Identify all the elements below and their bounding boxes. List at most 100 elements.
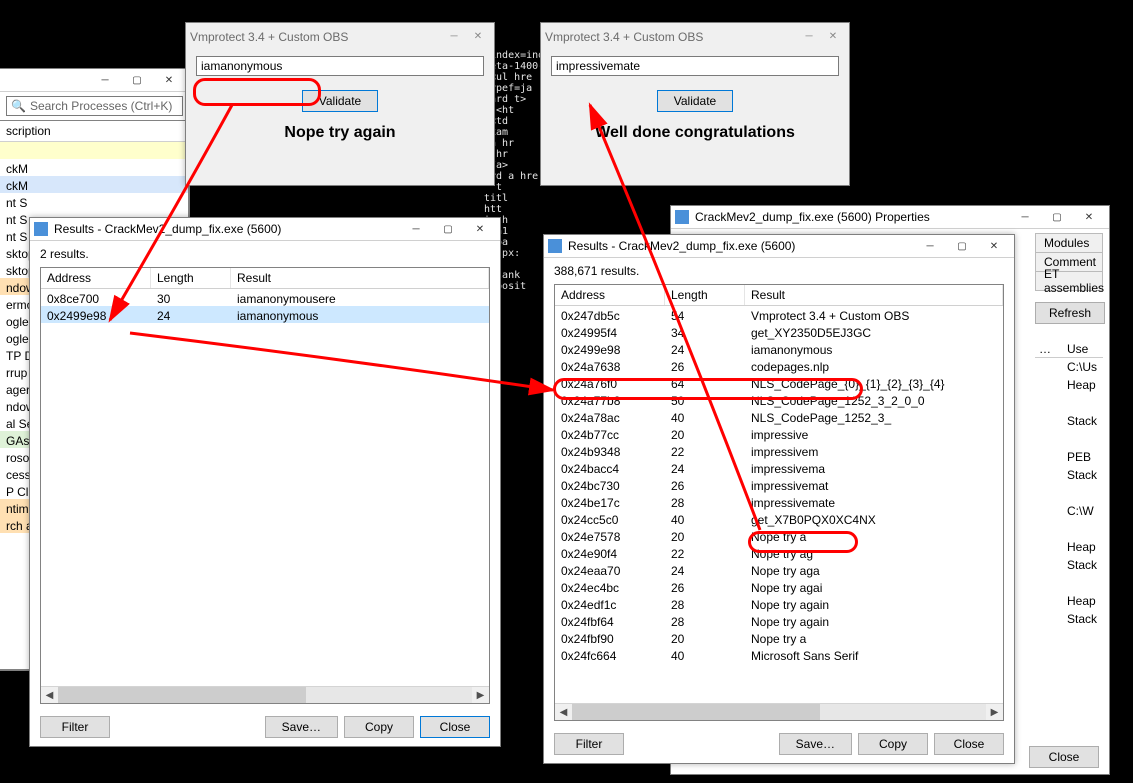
filter-button[interactable]: Filter (554, 733, 624, 755)
window-title: Vmprotect 3.4 + Custom OBS (545, 30, 797, 44)
table-row[interactable]: 0x24a76f064NLS_CodePage_{0}_{1}_{2}_{3}_… (555, 374, 1003, 391)
table-row[interactable]: 0x24fbf6428Nope try again (555, 612, 1003, 629)
close-button[interactable]: ✕ (978, 236, 1010, 257)
close-button[interactable]: ✕ (153, 70, 185, 91)
password-input[interactable]: iamanonymous (196, 56, 484, 76)
copy-button[interactable]: Copy (344, 716, 414, 738)
list-item[interactable] (1035, 520, 1103, 538)
list-item[interactable] (1035, 430, 1103, 448)
minimize-button[interactable]: ─ (1009, 207, 1041, 228)
results-count: 2 results. (40, 247, 490, 261)
close-button[interactable]: ✕ (466, 26, 490, 47)
table-row[interactable]: 0x24fbf9020Nope try a (555, 629, 1003, 646)
list-item[interactable] (0, 142, 188, 159)
horizontal-scrollbar[interactable]: ◀ ▶ (555, 703, 1003, 720)
save-button[interactable]: Save… (779, 733, 852, 755)
maximize-button[interactable]: ▢ (121, 70, 153, 91)
minimize-button[interactable]: ─ (89, 70, 121, 91)
list-item[interactable]: ckM (0, 176, 188, 193)
close-button[interactable]: ✕ (821, 26, 845, 47)
list-item[interactable]: Heap (1035, 376, 1103, 394)
window-title: CrackMev2_dump_fix.exe (5600) Properties (695, 210, 1009, 224)
app-icon (675, 210, 689, 224)
maximize-button[interactable]: ▢ (946, 236, 978, 257)
minimize-button[interactable]: ─ (797, 26, 821, 47)
close-button[interactable]: Close (934, 733, 1004, 755)
window-title: Results - CrackMev2_dump_fix.exe (5600) (54, 222, 400, 236)
table-row[interactable]: 0x2499e9824iamanonymous (555, 340, 1003, 357)
list-item[interactable] (1035, 484, 1103, 502)
horizontal-scrollbar[interactable]: ◀ ▶ (41, 686, 489, 703)
col-header-length[interactable]: Length (151, 268, 231, 288)
col-header-description[interactable]: scription (0, 121, 188, 141)
filter-button[interactable]: Filter (40, 716, 110, 738)
scroll-right-icon[interactable]: ▶ (472, 687, 489, 703)
maximize-button[interactable]: ▢ (432, 219, 464, 240)
col-header-address[interactable]: Address (555, 285, 665, 305)
save-button[interactable]: Save… (265, 716, 338, 738)
list-item[interactable]: Stack (1035, 466, 1103, 484)
list-item[interactable] (1035, 394, 1103, 412)
list-item[interactable]: nt S (0, 193, 188, 210)
table-row[interactable]: 0x24cc5c040get_X7B0PQX0XC4NX (555, 510, 1003, 527)
list-item[interactable]: PEB (1035, 448, 1103, 466)
table-row[interactable]: 0x24a78ac40NLS_CodePage_1252_3_ (555, 408, 1003, 425)
search-icon: 🔍 (11, 99, 26, 113)
table-row[interactable]: 0x24ec4bc26Nope try agai (555, 578, 1003, 595)
results-window-1: Results - CrackMev2_dump_fix.exe (5600) … (29, 217, 501, 747)
list-item[interactable]: Heap (1035, 538, 1103, 556)
table-row[interactable]: 0x2499e9824iamanonymous (41, 306, 489, 323)
table-row[interactable]: 0x24b934822impressivem (555, 442, 1003, 459)
table-row[interactable]: 0x24eaa7024Nope try aga (555, 561, 1003, 578)
maximize-button[interactable]: ▢ (1041, 207, 1073, 228)
list-item[interactable]: Stack (1035, 610, 1103, 628)
password-input[interactable]: impressivemate (551, 56, 839, 76)
col-header-result[interactable]: Result (231, 268, 489, 288)
table-row[interactable]: 0x24e90f422Nope try ag (555, 544, 1003, 561)
table-row[interactable]: 0x24be17c28impressivemate (555, 493, 1003, 510)
table-row[interactable]: 0x24a763826codepages.nlp (555, 357, 1003, 374)
list-item[interactable]: C:\Us (1035, 358, 1103, 376)
list-item[interactable]: Heap (1035, 592, 1103, 610)
close-button[interactable]: Close (1029, 746, 1099, 768)
minimize-button[interactable]: ─ (914, 236, 946, 257)
table-row[interactable]: 0x24995f434get_XY2350D5EJ3GC (555, 323, 1003, 340)
table-row[interactable]: 0x24b77cc20impressive (555, 425, 1003, 442)
col-header-address[interactable]: Address (41, 268, 151, 288)
scroll-right-icon[interactable]: ▶ (986, 704, 1003, 720)
results-table: Address Length Result 0x8ce70030iamanony… (40, 267, 490, 704)
list-item[interactable] (1035, 574, 1103, 592)
validate-button[interactable]: Validate (302, 90, 378, 112)
col-header-result[interactable]: Result (745, 285, 1003, 305)
close-button[interactable]: ✕ (1073, 207, 1105, 228)
results-count: 388,671 results. (554, 264, 1004, 278)
table-row[interactable]: 0x24bacc424impressivema (555, 459, 1003, 476)
minimize-button[interactable]: ─ (442, 26, 466, 47)
table-row[interactable]: 0x24bc73026impressivemat (555, 476, 1003, 493)
list-item[interactable]: Stack (1035, 412, 1103, 430)
table-row[interactable]: 0x8ce70030iamanonymousere (41, 289, 489, 306)
search-input[interactable]: 🔍 Search Processes (Ctrl+K) (6, 96, 183, 116)
tab-modules[interactable]: Modules (1035, 233, 1103, 253)
tab-net-assemblies[interactable]: ET assemblies (1035, 271, 1103, 291)
app-icon (34, 222, 48, 236)
refresh-button[interactable]: Refresh (1035, 302, 1105, 324)
results-window-2: Results - CrackMev2_dump_fix.exe (5600) … (543, 234, 1015, 764)
copy-button[interactable]: Copy (858, 733, 928, 755)
table-row[interactable]: 0x247db5c54Vmprotect 3.4 + Custom OBS (555, 306, 1003, 323)
table-row[interactable]: 0x24a77b850NLS_CodePage_1252_3_2_0_0 (555, 391, 1003, 408)
close-button[interactable]: Close (420, 716, 490, 738)
col-header-length[interactable]: Length (665, 285, 745, 305)
minimize-button[interactable]: ─ (400, 219, 432, 240)
list-item[interactable]: Stack (1035, 556, 1103, 574)
result-message: Nope try again (196, 124, 484, 142)
validate-button[interactable]: Validate (657, 90, 733, 112)
list-item[interactable]: C:\W (1035, 502, 1103, 520)
table-row[interactable]: 0x24fc66440Microsoft Sans Serif (555, 646, 1003, 663)
table-row[interactable]: 0x24edf1c28Nope try again (555, 595, 1003, 612)
table-row[interactable]: 0x24e757820Nope try a (555, 527, 1003, 544)
scroll-left-icon[interactable]: ◀ (41, 687, 58, 703)
close-button[interactable]: ✕ (464, 219, 496, 240)
scroll-left-icon[interactable]: ◀ (555, 704, 572, 720)
list-item[interactable]: ckM (0, 159, 188, 176)
